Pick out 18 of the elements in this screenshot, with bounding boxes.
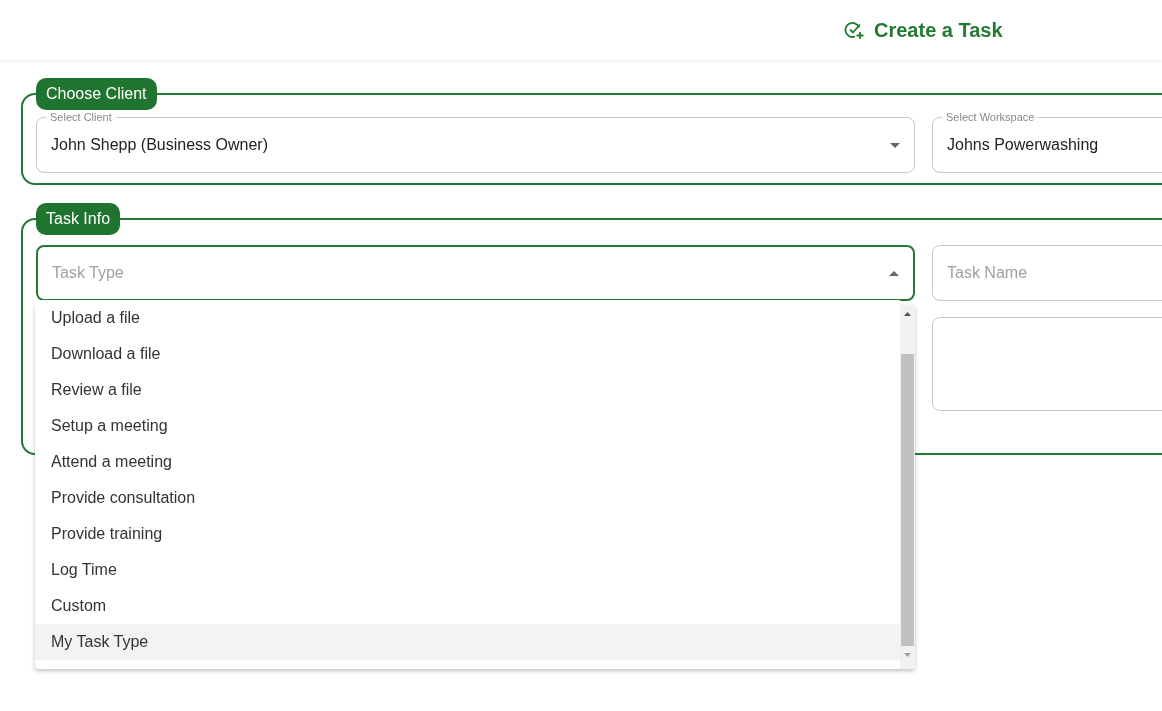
caret-icon [889, 270, 899, 276]
selected-client: John Shepp (Business Owner) [51, 135, 268, 155]
field-label: Select Client [46, 110, 116, 124]
dropdown-option[interactable]: My Task Type [35, 624, 900, 660]
selected-workspace: Johns Powerwashing [947, 135, 1099, 155]
scrollbar-thumb[interactable] [901, 354, 914, 646]
scroll-up-icon[interactable] [904, 312, 911, 316]
field-label: Select Workspace [942, 110, 1039, 124]
task-type-placeholder: Task Type [52, 263, 124, 283]
page-title: Create a Task [874, 18, 1003, 43]
caret-icon [890, 142, 900, 148]
scroll-down-icon[interactable] [904, 653, 911, 657]
dropdown-option[interactable]: Upload a file [35, 300, 900, 336]
scrollbar[interactable] [900, 305, 915, 669]
section-legend: Task Info [36, 203, 121, 235]
task-name-field[interactable]: Task Name [932, 245, 1162, 301]
section-legend: Choose Client [36, 78, 157, 110]
check-plus-icon [844, 20, 864, 40]
